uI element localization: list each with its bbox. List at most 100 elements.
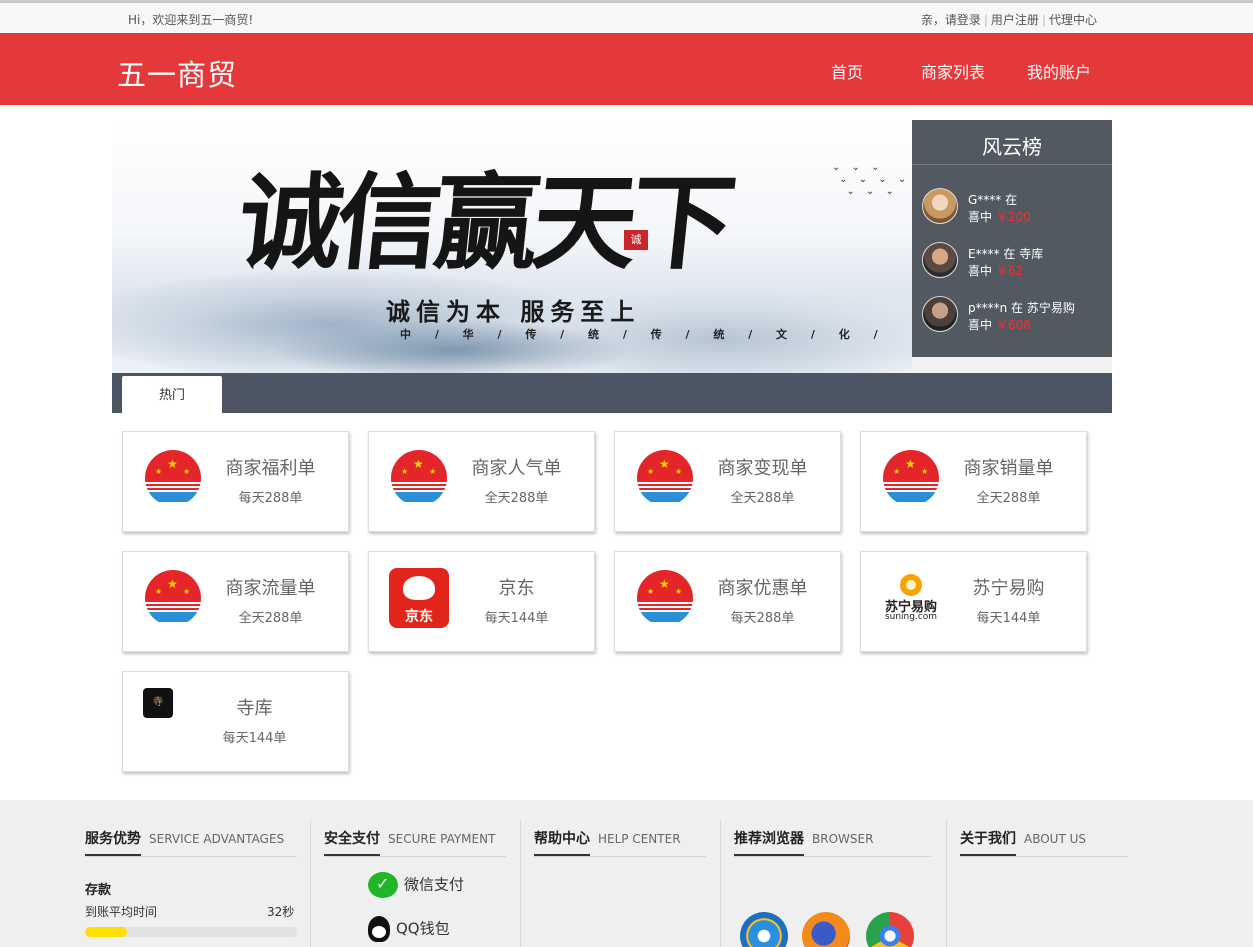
stat-name: 到账平均时间 <box>85 905 158 919</box>
site-logo[interactable]: 五一商贸 <box>117 52 237 94</box>
ranking-item: p****n 在 苏宁易购 喜中 ￥608 <box>922 296 1112 336</box>
ranking-amount: ￥62 <box>996 264 1024 278</box>
divider <box>912 164 1112 165</box>
card-quota: 每天288单 <box>238 491 303 506</box>
avatar <box>922 188 958 224</box>
merchant-card[interactable]: ★ ★ ★ 商家销量单 全天288单 <box>860 431 1087 532</box>
footer-heading[interactable]: 关于我们 ABOUT US <box>960 828 1086 856</box>
divider <box>310 820 311 947</box>
card-title: 商家人气单 <box>471 458 562 479</box>
avatar <box>922 242 958 278</box>
ranking-amount: ￥608 <box>996 318 1031 332</box>
card-title: 商家销量单 <box>963 458 1054 479</box>
nav-my-account[interactable]: 我的账户 <box>1027 59 1091 83</box>
login-link[interactable]: 亲，请登录 <box>921 13 981 27</box>
merchant-card[interactable]: ★ ★ ★ 商家优惠单 每天288单 <box>614 551 841 652</box>
ranking-title: 风云榜 <box>982 135 1042 159</box>
card-title: 京东 <box>498 578 535 599</box>
jd-logo-icon: 京东 <box>389 568 449 628</box>
divider <box>960 856 1128 857</box>
emblem-icon: ★ ★ ★ <box>637 450 693 506</box>
ranking-win: 喜中 ￥200 <box>968 210 1031 224</box>
site-header: 五一商贸 首页 商家列表 我的账户 <box>0 33 1253 105</box>
divider <box>520 820 521 947</box>
card-title: 商家变现单 <box>717 458 808 479</box>
ranking-footer <box>912 357 1112 373</box>
wechat-pay-icon <box>368 872 398 898</box>
ranking-user: E**** 在 寺库 <box>968 247 1044 261</box>
card-quota: 每天144单 <box>976 611 1041 626</box>
category-tab-bar: 热门 <box>112 373 1112 413</box>
merchant-card[interactable]: ★ ★ ★ 商家人气单 全天288单 <box>368 431 595 532</box>
footer-heading: 推荐浏览器 BROWSER <box>734 828 873 856</box>
avatar <box>922 296 958 332</box>
card-quota: 全天288单 <box>730 491 795 506</box>
top-bar: Hi，欢迎来到五一商贸! 亲，请登录 | 用户注册 | 代理中心 <box>0 0 1253 33</box>
emblem-icon: ★ ★ ★ <box>391 450 447 506</box>
ie-icon[interactable] <box>740 912 788 947</box>
merchant-card[interactable]: ★ ★ ★ 商家流量单 全天288单 <box>122 551 349 652</box>
ranking-win: 喜中 ￥62 <box>968 264 1024 278</box>
banner-headline: 诚信赢天下 <box>232 161 736 284</box>
stat-value: 32秒 <box>267 905 295 919</box>
card-quota: 全天288单 <box>976 491 1041 506</box>
ranking-user: G**** 在 <box>968 193 1018 207</box>
welcome-text: Hi，欢迎来到五一商贸! <box>128 13 254 27</box>
merchant-card[interactable]: ★ ★ ★ 商家变现单 全天288单 <box>614 431 841 532</box>
divider <box>734 856 932 857</box>
footer-help: 帮助中心 HELP CENTER <box>534 800 706 947</box>
chrome-icon[interactable] <box>866 912 914 947</box>
footer-heading[interactable]: 帮助中心 HELP CENTER <box>534 828 681 856</box>
merchant-card[interactable]: 寺 寺库 每天144单 <box>122 671 349 772</box>
suning-logo-icon: 苏宁易购 suning.com <box>883 570 939 626</box>
hero-banner[interactable]: ⌄ ⌄ ⌄ ⌄ ⌄ ⌄ ⌄ ⌄ ⌄ ⌄ 诚信赢天下 诚 诚信为本 服务至上 中 … <box>112 120 912 373</box>
payment-wechat: 微信支付 <box>368 872 464 898</box>
tab-hot[interactable]: 热门 <box>122 376 222 413</box>
merchant-card[interactable]: 京东 京东 每天144单 <box>368 551 595 652</box>
ranking-item: E**** 在 寺库 喜中 ￥62 <box>922 242 1112 282</box>
card-quota: 每天144单 <box>222 731 287 746</box>
divider <box>946 820 947 947</box>
seal-stamp: 诚 <box>624 230 648 250</box>
footer-service: 服务优势 SERVICE ADVANTAGES 存款 到账平均时间 32秒 <box>85 800 297 947</box>
card-title: 商家福利单 <box>225 458 316 479</box>
qq-wallet-icon <box>368 916 390 942</box>
card-title: 商家流量单 <box>225 578 316 599</box>
card-quota: 全天288单 <box>238 611 303 626</box>
emblem-icon: ★ ★ ★ <box>145 570 201 626</box>
card-quota: 全天288单 <box>484 491 549 506</box>
banner-tagline: 中 / 华 / 传 / 统 / 传 / 统 / 文 / 化 / <box>400 328 888 341</box>
footer-about: 关于我们 ABOUT US <box>960 800 1128 947</box>
siku-logo-icon: 寺 <box>143 688 173 718</box>
divider <box>534 856 706 857</box>
divider <box>85 856 297 857</box>
merchant-card[interactable]: 苏宁易购 suning.com 苏宁易购 每天144单 <box>860 551 1087 652</box>
account-links: 亲，请登录 | 用户注册 | 代理中心 <box>920 13 1097 27</box>
agent-center-link[interactable]: 代理中心 <box>1049 13 1097 27</box>
nav-home[interactable]: 首页 <box>831 59 863 83</box>
nav-merchant-list[interactable]: 商家列表 <box>921 59 985 83</box>
footer-browser: 推荐浏览器 BROWSER <box>734 800 932 947</box>
emblem-icon: ★ ★ ★ <box>637 570 693 626</box>
ranking-win: 喜中 ￥608 <box>968 318 1031 332</box>
merchant-card[interactable]: ★ ★ ★ 商家福利单 每天288单 <box>122 431 349 532</box>
divider <box>720 820 721 947</box>
stat-progress-fill <box>85 927 128 937</box>
emblem-icon: ★ ★ ★ <box>145 450 201 506</box>
ranking-panel: 风云榜 G**** 在 喜中 ￥200 E**** 在 寺库 喜中 ￥62 p***… <box>912 120 1112 357</box>
footer-heading: 服务优势 SERVICE ADVANTAGES <box>85 828 284 856</box>
register-link[interactable]: 用户注册 <box>991 13 1039 27</box>
ranking-user: p****n 在 苏宁易购 <box>968 301 1075 315</box>
payment-qq: QQ钱包 <box>368 916 450 942</box>
site-footer: 服务优势 SERVICE ADVANTAGES 存款 到账平均时间 32秒 安全支… <box>0 800 1253 947</box>
card-title: 寺库 <box>236 698 273 719</box>
card-title: 商家优惠单 <box>717 578 808 599</box>
ranking-item: G**** 在 喜中 ￥200 <box>922 188 1112 228</box>
stat-progress-bar <box>85 927 297 937</box>
card-quota: 每天144单 <box>484 611 549 626</box>
card-quota: 每天288单 <box>730 611 795 626</box>
card-title: 苏宁易购 <box>972 578 1045 599</box>
birds-decoration: ⌄ ⌄ ⌄ ⌄ ⌄ ⌄ ⌄ ⌄ ⌄ ⌄ <box>832 162 911 197</box>
firefox-icon[interactable] <box>802 912 850 947</box>
ranking-amount: ￥200 <box>996 210 1031 224</box>
